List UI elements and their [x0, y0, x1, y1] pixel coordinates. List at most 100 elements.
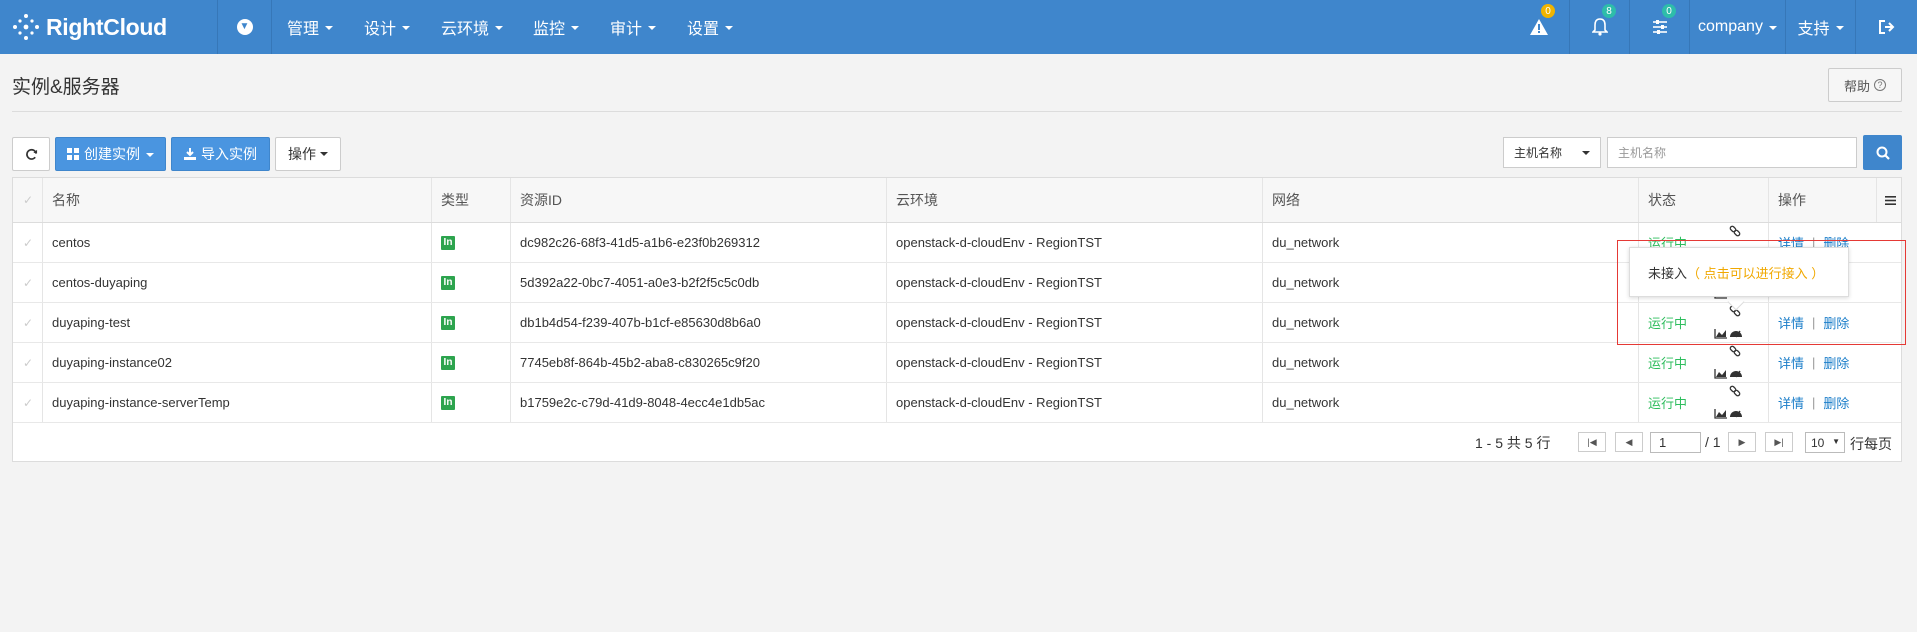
nav-item-label: 云环境	[441, 21, 490, 38]
network-link[interactable]: du_network	[1263, 303, 1639, 342]
first-page-button[interactable]: |◀	[1578, 432, 1606, 452]
access-popover[interactable]: 未接入（ 点击可以进行接入 ）	[1629, 247, 1849, 297]
popover-hint-link[interactable]: （ 点击可以进行接入 ）	[1687, 263, 1824, 282]
network-link[interactable]: du_network	[1263, 223, 1639, 262]
instance-name-link[interactable]: centos	[43, 223, 432, 262]
column-label: 操作	[1778, 192, 1806, 208]
chart-icon[interactable]	[1714, 409, 1727, 419]
network-link[interactable]: du_network	[1263, 263, 1639, 302]
chevron-down-icon: ▼	[236, 19, 253, 35]
col-header-status[interactable]: 状态	[1639, 178, 1769, 222]
nav-item-audit[interactable]: 审计	[610, 0, 657, 54]
resource-id: 5d392a22-0bc7-4051-a0e3-b2f2f5c5c0db	[511, 263, 887, 302]
cloud-env: openstack-d-cloudEnv - RegionTST	[887, 263, 1263, 302]
cloud-env: openstack-d-cloudEnv - RegionTST	[887, 383, 1263, 422]
column-menu-button[interactable]	[1877, 178, 1903, 223]
col-header-name[interactable]: 名称	[43, 178, 432, 222]
user-name: company	[1698, 18, 1763, 35]
actions-dropdown[interactable]: 操作	[275, 137, 341, 171]
openstack-type-icon: In	[441, 355, 455, 370]
network-link[interactable]: du_network	[1263, 343, 1639, 382]
network-link[interactable]: du_network	[1263, 383, 1639, 422]
table-header: ✓ 名称 类型 资源ID 云环境 网络 状态 操作	[13, 178, 1901, 223]
instance-name-link[interactable]: duyaping-instance02	[43, 343, 432, 382]
status-badge: 运行中	[1648, 396, 1688, 411]
openstack-type-icon: In	[441, 235, 455, 250]
cloud-env: openstack-d-cloudEnv - RegionTST	[887, 223, 1263, 262]
next-page-icon: ▶	[1738, 436, 1746, 447]
resource-id: b1759e2c-c79d-41d9-8048-4ecc4e1db5ac	[511, 383, 887, 422]
caret-down-icon	[320, 152, 328, 156]
caret-down-icon	[1835, 26, 1844, 30]
search-input[interactable]	[1607, 137, 1857, 168]
page-number-input[interactable]: 1	[1650, 432, 1701, 453]
search-field-select[interactable]: 主机名称	[1503, 137, 1601, 168]
user-menu[interactable]: company	[1689, 0, 1785, 54]
delete-link[interactable]: 删除	[1823, 353, 1849, 372]
logout-button[interactable]	[1855, 0, 1917, 54]
brand-logo[interactable]: RightCloud	[0, 0, 218, 54]
row-checkbox[interactable]: ✓	[13, 223, 43, 262]
refresh-icon	[25, 148, 37, 160]
nav-item-monitor[interactable]: 监控	[533, 0, 580, 54]
resource-id: 7745eb8f-864b-45b2-aba8-c830265c9f20	[511, 343, 887, 382]
tasks-button[interactable]: 0	[1629, 0, 1689, 54]
detail-link[interactable]: 详情	[1778, 353, 1804, 372]
instance-name-link[interactable]: centos-duyaping	[43, 263, 432, 302]
per-page-label: 行每页	[1850, 436, 1892, 452]
row-checkbox[interactable]: ✓	[13, 303, 43, 342]
select-all-checkbox[interactable]: ✓	[13, 178, 43, 222]
resource-id: dc982c26-68f3-41d5-a1b6-e23f0b269312	[511, 223, 887, 262]
instance-name-link[interactable]: duyaping-test	[43, 303, 432, 342]
menu-icon	[1884, 196, 1896, 205]
page-size-value: 10	[1811, 435, 1825, 450]
alerts-button[interactable]: 0	[1509, 0, 1569, 54]
bell-icon	[1591, 18, 1608, 36]
nav-item-manage[interactable]: 管理	[287, 0, 334, 54]
nav-item-design[interactable]: 设计	[364, 0, 411, 54]
detail-link[interactable]: 详情	[1778, 393, 1804, 412]
help-button[interactable]: 帮助?	[1828, 68, 1902, 102]
gauge-icon[interactable]	[1730, 410, 1742, 418]
next-page-button[interactable]: ▶	[1728, 432, 1756, 452]
notifications-button[interactable]: 8	[1569, 0, 1629, 54]
col-header-resource-id[interactable]: 资源ID	[511, 178, 887, 222]
last-page-button[interactable]: ▶|	[1765, 432, 1793, 452]
openstack-type-icon: In	[441, 315, 455, 330]
nav-item-settings[interactable]: 设置	[687, 0, 734, 54]
tasks-badge: 0	[1662, 4, 1676, 18]
caret-down-icon	[495, 26, 504, 30]
support-menu[interactable]: 支持	[1785, 0, 1855, 54]
create-instance-button[interactable]: 创建实例	[55, 137, 166, 171]
page-size-select[interactable]: 10 ▼	[1805, 432, 1845, 453]
nav-toggle-button[interactable]: ▼	[218, 0, 272, 54]
delete-link[interactable]: 删除	[1823, 393, 1849, 412]
search-button[interactable]	[1863, 135, 1902, 170]
col-header-type[interactable]: 类型	[432, 178, 511, 222]
support-label: 支持	[1797, 21, 1830, 38]
refresh-button[interactable]	[12, 137, 50, 171]
popover-text: 未接入	[1648, 265, 1688, 281]
column-label: 状态	[1648, 192, 1676, 208]
nav-item-label: 监控	[533, 21, 566, 38]
row-checkbox[interactable]: ✓	[13, 343, 43, 382]
type-cell: In	[432, 223, 511, 262]
row-checkbox[interactable]: ✓	[13, 383, 43, 422]
import-instance-button[interactable]: 导入实例	[171, 137, 270, 171]
page-title: 实例&服务器	[12, 77, 120, 98]
help-label: 帮助	[1843, 78, 1870, 94]
row-checkbox[interactable]: ✓	[13, 263, 43, 302]
brand-name: RightCloud	[46, 13, 167, 40]
prev-page-button[interactable]: ◀	[1615, 432, 1643, 452]
link-icon[interactable]	[1729, 385, 1741, 397]
brand-icon	[13, 14, 39, 40]
chart-icon[interactable]	[1714, 369, 1727, 379]
link-icon[interactable]	[1729, 345, 1741, 357]
gauge-icon[interactable]	[1730, 370, 1742, 378]
nav-item-cloud-env[interactable]: 云环境	[441, 0, 504, 54]
col-header-network[interactable]: 网络	[1263, 178, 1639, 222]
instance-name-link[interactable]: duyaping-instance-serverTemp	[43, 383, 432, 422]
col-header-cloud-env[interactable]: 云环境	[887, 178, 1263, 222]
search-icon	[1876, 146, 1890, 160]
link-icon[interactable]	[1729, 225, 1741, 237]
